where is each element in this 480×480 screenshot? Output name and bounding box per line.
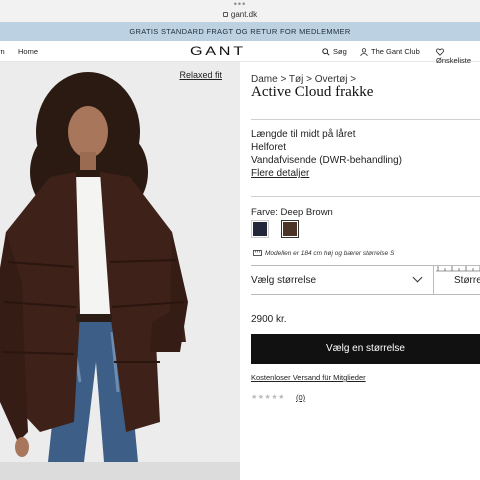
heart-icon [436,48,444,56]
size-guide-label: Større [454,275,480,286]
review-count-link[interactable]: (0) [296,393,305,402]
select-size-button[interactable]: Vælg en størrelse [251,334,480,364]
address-bar[interactable]: gant.dk [0,9,480,21]
size-info-icon [253,250,262,257]
model-info-text: Modellen er 184 cm høj og bærer størrels… [265,250,395,257]
page-bottom-area [240,462,480,480]
rating-stars: ★★★★★ [251,394,285,401]
window-dots: ••• [233,0,247,9]
fit-label: Relaxed fit [179,70,222,80]
gant-club-label: The Gant Club [371,47,420,56]
user-icon [360,48,368,57]
feature-item: Længde til midt på låret [251,129,356,140]
nav-item-home[interactable]: Home [18,47,38,56]
more-details-link[interactable]: Flere detaljer [251,168,309,179]
wishlist-button[interactable]: Ønskeliste [436,47,480,65]
ruler-icon [436,266,480,272]
color-swatch-deep-brown[interactable] [281,220,299,238]
next-image-preview[interactable] [0,462,240,480]
model-photo [0,62,240,462]
gant-club-button[interactable]: The Gant Club [360,47,420,57]
search-button[interactable]: Søg [322,47,347,56]
free-shipping-link[interactable]: Kostenloser Versand für Mitglieder [251,373,366,382]
browser-toolbar: ••• gant.dk [0,0,480,22]
product-price: 2900 kr. [251,314,287,325]
size-select-label: Vælg størrelse [251,275,317,286]
lock-icon [222,12,228,17]
product-title: Active Cloud frakke [251,84,374,100]
chevron-down-icon [412,272,423,283]
color-swatch-navy[interactable] [251,220,269,238]
divider [251,119,480,120]
wishlist-label: Ønskeliste [436,56,472,66]
url-text: gant.dk [230,10,258,19]
product-image[interactable]: Relaxed fit [0,62,240,462]
top-nav: rn Home GANT Søg The Gant Club Ønskelist… [0,41,480,65]
feature-item: Helforet [251,142,287,153]
feature-item: Vandafvisende (DWR-behandling) [251,155,403,166]
nav-item-cut[interactable]: rn [0,47,5,56]
search-icon [322,48,330,56]
size-select[interactable]: Vælg størrelse [251,265,433,295]
search-label: Søg [333,47,347,56]
model-info: Modellen er 184 cm høj og bærer størrels… [253,250,394,257]
promo-banner[interactable]: GRATIS STANDARD FRAGT OG RETUR FOR MEDLE… [0,22,480,41]
gant-logo[interactable]: GANT [190,44,246,58]
divider [251,196,480,197]
color-label: Farve: Deep Brown [251,207,333,218]
